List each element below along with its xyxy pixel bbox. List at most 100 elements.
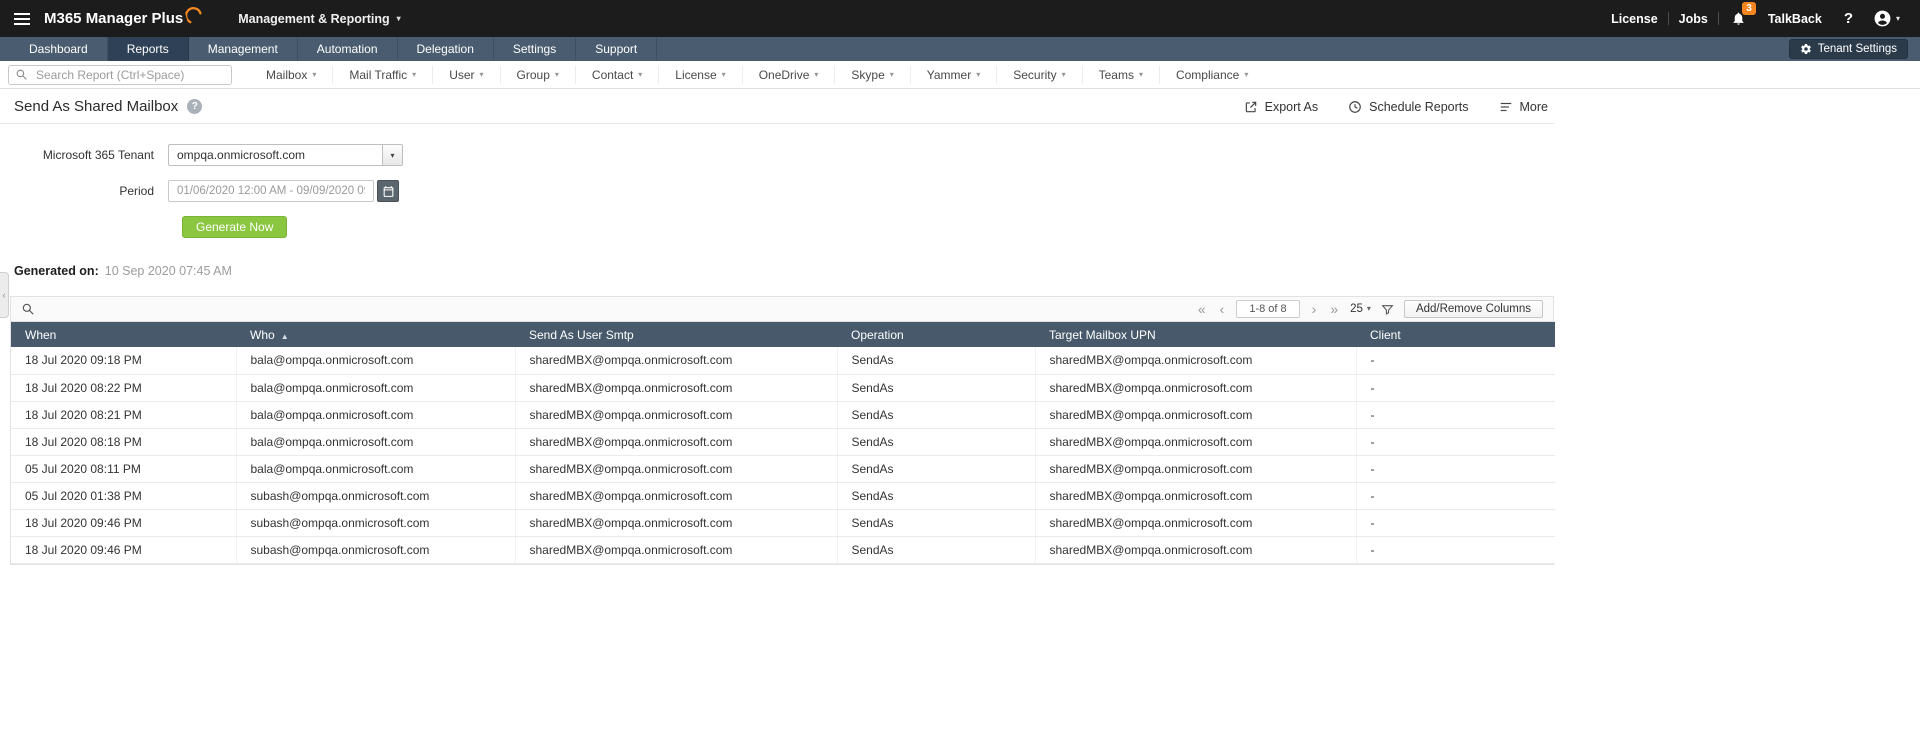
tenant-select[interactable]: ompqa.onmicrosoft.com ▾ (168, 144, 403, 166)
context-switcher-menu[interactable]: Management & Reporting ▾ (238, 12, 400, 26)
chevron-down-icon: ▾ (814, 71, 818, 79)
chevron-down-icon: ▾ (480, 71, 484, 79)
generated-on-label: Generated on: (14, 264, 99, 278)
list-icon (1499, 100, 1513, 114)
report-category-menu[interactable]: Contact ▾ (575, 66, 658, 84)
generate-now-button[interactable]: Generate Now (182, 216, 287, 238)
first-page-button[interactable]: « (1196, 302, 1208, 316)
tenant-row: Microsoft 365 Tenant ompqa.onmicrosoft.c… (0, 144, 1554, 166)
report-category-menu[interactable]: User ▾ (432, 66, 499, 84)
report-actions: Export As Schedule Reports More (1244, 100, 1554, 114)
chevron-down-icon: ▾ (890, 71, 894, 79)
previous-page-button[interactable]: ‹ (1218, 302, 1227, 316)
generated-on: Generated on: 10 Sep 2020 07:45 AM (14, 264, 1554, 278)
user-menu-button[interactable]: ▾ (1865, 9, 1904, 28)
nav-tab[interactable]: Delegation (398, 37, 494, 61)
cell-who: bala@ompqa.onmicrosoft.com (236, 455, 515, 482)
sort-ascending-icon: ▲ (281, 332, 289, 341)
table-row: 18 Jul 2020 09:46 PM subash@ompqa.onmicr… (11, 509, 1555, 536)
filter-button[interactable] (1381, 303, 1394, 316)
cell-when: 18 Jul 2020 09:18 PM (11, 347, 236, 374)
cell-sendas-smtp: sharedMBX@ompqa.onmicrosoft.com (515, 401, 837, 428)
more-button[interactable]: More (1499, 100, 1548, 114)
period-input[interactable] (168, 180, 374, 202)
report-category-menu[interactable]: Yammer ▾ (910, 66, 996, 84)
product-logo: M365 Manager Plus (44, 10, 202, 27)
report-category-menu[interactable]: Teams ▾ (1082, 66, 1159, 84)
nav-tabs: DashboardReportsManagementAutomationDele… (10, 37, 657, 61)
tenant-settings-button[interactable]: Tenant Settings (1789, 39, 1908, 59)
cell-sendas-smtp: sharedMBX@ompqa.onmicrosoft.com (515, 428, 837, 455)
chevron-down-icon: ▾ (312, 71, 316, 79)
page-size-select[interactable]: 25 ▾ (1350, 303, 1371, 315)
jobs-link[interactable]: Jobs (1669, 12, 1718, 26)
cell-sendas-smtp: sharedMBX@ompqa.onmicrosoft.com (515, 374, 837, 401)
chevron-down-icon: ▾ (1139, 71, 1143, 79)
search-icon (21, 302, 35, 316)
last-page-button[interactable]: » (1328, 302, 1340, 316)
report-category-menu[interactable]: License ▾ (658, 66, 741, 84)
cell-when: 18 Jul 2020 09:46 PM (11, 536, 236, 563)
help-button[interactable]: ? (1832, 10, 1865, 27)
grid-search-button[interactable] (21, 302, 35, 316)
nav-tab[interactable]: Settings (494, 37, 576, 61)
user-avatar-icon (1873, 9, 1892, 28)
report-category-menu[interactable]: Group ▾ (500, 66, 575, 84)
period-row: Period (0, 180, 1554, 202)
context-switcher-label: Management & Reporting (238, 12, 389, 26)
generated-on-value: 10 Sep 2020 07:45 AM (105, 264, 232, 278)
tenant-settings-label: Tenant Settings (1818, 43, 1897, 55)
cell-when: 18 Jul 2020 09:46 PM (11, 509, 236, 536)
report-search-input[interactable] (34, 67, 225, 83)
cell-sendas-smtp: sharedMBX@ompqa.onmicrosoft.com (515, 536, 837, 563)
report-category-menu[interactable]: Mailbox ▾ (250, 66, 332, 84)
report-category-menu[interactable]: Mail Traffic ▾ (332, 66, 432, 84)
clock-icon (1348, 100, 1362, 114)
nav-tab[interactable]: Reports (108, 37, 189, 61)
search-icon (15, 68, 28, 81)
nav-tab[interactable]: Support (576, 37, 657, 61)
cell-operation: SendAs (837, 401, 1035, 428)
funnel-icon (1381, 303, 1394, 316)
nav-tab[interactable]: Automation (298, 37, 398, 61)
column-header-who[interactable]: Who▲ (236, 322, 515, 347)
schedule-reports-button[interactable]: Schedule Reports (1348, 100, 1468, 114)
cell-client: - (1356, 428, 1555, 455)
add-remove-columns-button[interactable]: Add/Remove Columns (1404, 300, 1543, 318)
column-header-operation[interactable]: Operation (837, 322, 1035, 347)
table-row: 18 Jul 2020 09:18 PM bala@ompqa.onmicros… (11, 347, 1555, 374)
report-category-menu[interactable]: Compliance ▾ (1159, 66, 1264, 84)
nav-tab[interactable]: Management (189, 37, 298, 61)
cell-who: bala@ompqa.onmicrosoft.com (236, 401, 515, 428)
cell-target-upn: sharedMBX@ompqa.onmicrosoft.com (1035, 428, 1356, 455)
cell-client: - (1356, 482, 1555, 509)
report-category-menu[interactable]: Security ▾ (996, 66, 1081, 84)
column-header-sendas-smtp[interactable]: Send As User Smtp (515, 322, 837, 347)
chevron-down-icon: ▾ (412, 71, 416, 79)
report-category-menu[interactable]: OneDrive ▾ (742, 66, 835, 84)
column-header-when[interactable]: When (11, 322, 236, 347)
column-header-client[interactable]: Client (1356, 322, 1555, 347)
schedule-reports-label: Schedule Reports (1369, 100, 1468, 114)
column-header-target-upn[interactable]: Target Mailbox UPN (1035, 322, 1356, 347)
report-category-menu[interactable]: Skype ▾ (834, 66, 909, 84)
next-page-button[interactable]: › (1310, 302, 1319, 316)
content: Send As Shared Mailbox ? Export As Sched… (0, 89, 1554, 565)
hamburger-icon (14, 13, 30, 25)
license-link[interactable]: License (1601, 12, 1668, 26)
cell-client: - (1356, 536, 1555, 563)
results-table: When Who▲ Send As User Smtp Operation Ta… (11, 322, 1555, 564)
panel-collapse-handle[interactable]: ‹ (0, 272, 9, 318)
chevron-down-icon: ▾ (397, 15, 401, 23)
hamburger-menu-button[interactable] (14, 13, 30, 25)
export-as-button[interactable]: Export As (1244, 100, 1319, 114)
nav-tab[interactable]: Dashboard (10, 37, 108, 61)
talkback-link[interactable]: TalkBack (1758, 12, 1832, 26)
cell-client: - (1356, 374, 1555, 401)
calendar-picker-button[interactable] (377, 180, 399, 202)
report-help-icon[interactable]: ? (187, 99, 202, 114)
notifications-button[interactable]: 3 (1719, 11, 1758, 26)
notification-badge: 3 (1742, 2, 1756, 15)
generate-row: Generate Now (0, 216, 1554, 238)
cell-who: subash@ompqa.onmicrosoft.com (236, 509, 515, 536)
